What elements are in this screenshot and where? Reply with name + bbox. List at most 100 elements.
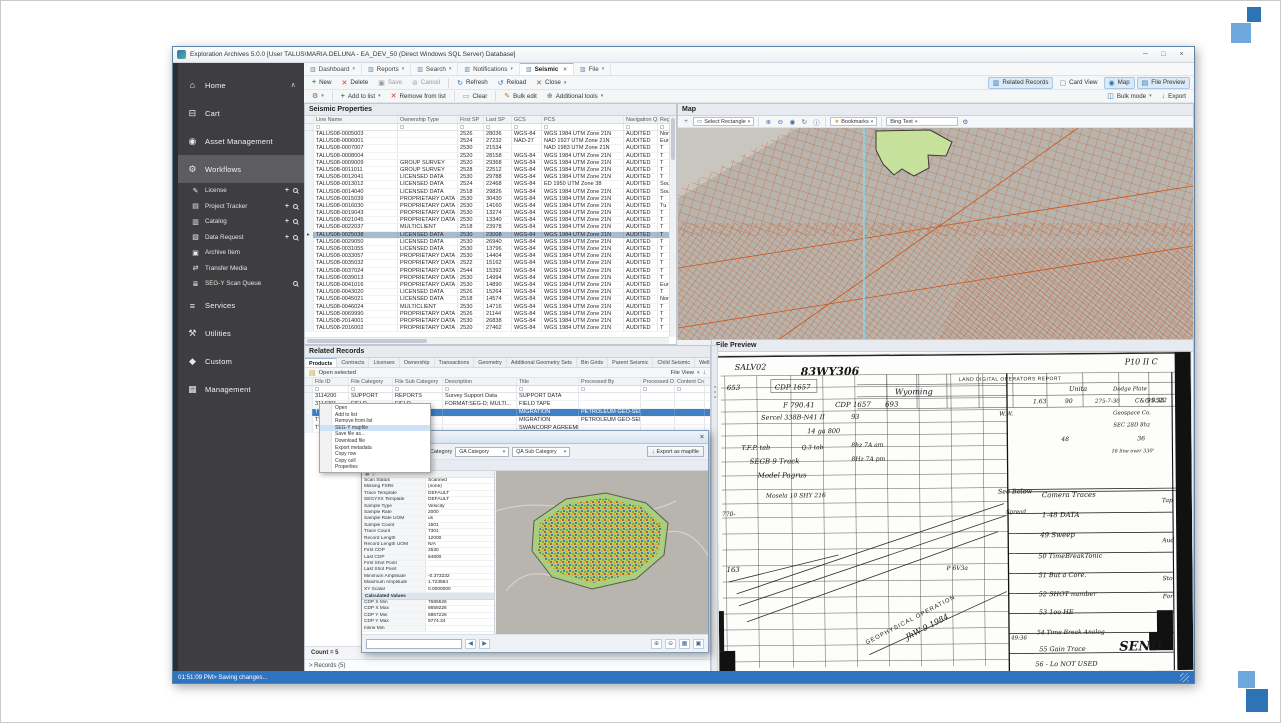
column-header-processed-by[interactable]: Processed By xyxy=(579,378,641,385)
resize-grip[interactable] xyxy=(1180,673,1189,682)
tab-geometry[interactable]: Geometry xyxy=(474,358,507,367)
filter-cell[interactable] xyxy=(542,124,624,130)
bookmarks-dropdown[interactable]: ★Bookmarks▾ xyxy=(830,117,877,126)
table-row[interactable]: TALUS08-2016002PROPRIETARY DATA252027462… xyxy=(305,325,669,332)
search-icon[interactable] xyxy=(293,281,298,286)
export-as-mapfile-button[interactable]: ↓Export as mapfile xyxy=(647,446,705,457)
refresh-button[interactable]: ↻Refresh xyxy=(453,78,492,88)
scanned-document[interactable]: SALV02 83WY306 P10 II C 653 CDP 1657 LAN… xyxy=(717,352,1194,674)
pan-icon[interactable]: + xyxy=(681,117,691,126)
menu-item-properties[interactable]: Properties xyxy=(320,464,430,471)
add-icon[interactable]: + xyxy=(285,218,289,225)
vertical-scrollbar[interactable] xyxy=(669,116,676,337)
panel-splitter[interactable] xyxy=(711,345,718,673)
column-header-file-id[interactable]: File ID xyxy=(313,378,349,385)
table-row[interactable]: TALUS08-0021045PROPRIETARY DATA253013340… xyxy=(305,217,669,224)
property-group-header[interactable]: Calculated Values xyxy=(362,593,494,600)
table-row[interactable]: TALUS08-0045021LICENSED DATA251814574WGS… xyxy=(305,296,669,303)
table-row[interactable]: TALUS08-0041016PROPRIETARY DATA253014890… xyxy=(305,282,669,289)
column-header-first-sp[interactable]: First SP xyxy=(458,116,484,123)
close-view-button[interactable]: ✕Close▾ xyxy=(532,78,570,88)
scroll-thumb[interactable] xyxy=(307,339,427,343)
category-dropdown[interactable]: GA Category▾ xyxy=(455,447,509,457)
tab-transactions[interactable]: Transactions xyxy=(435,358,475,367)
table-row[interactable]: TALUS08-0007007253021534NAD 1983 UTM Zon… xyxy=(305,145,669,152)
sidebar-item-seg-y-scan-queue[interactable]: ≣SEG-Y Scan Queue xyxy=(173,276,304,292)
table-row[interactable]: 3114200SUPPORTREPORTSSurvey Support Data… xyxy=(305,393,710,401)
column-header-description[interactable]: Description xyxy=(443,378,517,385)
scroll-thumb[interactable] xyxy=(671,118,675,160)
filter-cell[interactable] xyxy=(641,386,675,392)
column-header-line-name[interactable]: Line Name xyxy=(314,116,398,123)
table-row[interactable]: TALUS08-0016030PROPRIETARY DATA253014160… xyxy=(305,203,669,210)
sidebar-item-workflows[interactable]: ⚙Workflows xyxy=(173,155,304,183)
menu-item-seg-y-mapfile[interactable]: SEG-Y mapfile xyxy=(320,425,430,432)
delete-button[interactable]: ✕Delete xyxy=(337,78,372,88)
property-row[interactable]: Inline Min xyxy=(362,626,494,632)
horizontal-scrollbar[interactable] xyxy=(305,337,669,344)
export-icon[interactable]: ↓ xyxy=(703,369,707,376)
column-header-file-category[interactable]: File Category xyxy=(349,378,393,385)
clear-button[interactable]: ▭Clear xyxy=(459,91,491,101)
menu-item-export-metadata[interactable]: Export metadata xyxy=(320,445,430,452)
tab-bin-grids[interactable]: Bin Grids xyxy=(577,358,608,367)
add-to-list-button[interactable]: +Add to list▾ xyxy=(337,92,385,101)
menu-item-open[interactable]: Open xyxy=(320,405,430,412)
column-header-navigation-qu[interactable]: Navigation Qu... xyxy=(624,116,658,123)
info-icon[interactable]: ⓘ xyxy=(811,117,821,126)
open-selected-button[interactable]: Open selected xyxy=(319,370,356,376)
sidebar-item-management[interactable]: ▦Management xyxy=(173,376,304,404)
table-row[interactable]: TALUS08-0014040LICENSED DATA251829826WGS… xyxy=(305,189,669,196)
sidebar-item-custom[interactable]: ◆Custom xyxy=(173,348,304,376)
zoom-out-icon[interactable]: ⊖ xyxy=(775,117,785,126)
filter-cell[interactable] xyxy=(512,124,542,130)
column-header-gcs[interactable]: GCS xyxy=(512,116,542,123)
tab-products[interactable]: Products xyxy=(305,358,337,367)
zoom-out-icon[interactable]: ⊖ xyxy=(665,639,676,649)
table-row[interactable]: TALUS08-0031055LICENSED DATA253013796WGS… xyxy=(305,246,669,253)
sidebar-item-data-request[interactable]: ▧Data Request+ xyxy=(173,230,304,246)
table-row[interactable]: TALUS08-0013012LICENSED DATA252422468WGS… xyxy=(305,181,669,188)
tab-parent-seismic[interactable]: Parent Seismic xyxy=(608,358,653,367)
map-toggle[interactable]: ◉Map xyxy=(1104,77,1135,89)
sidebar-item-transfer-media[interactable]: ⇄Transfer Media xyxy=(173,261,304,277)
tab-seismic[interactable]: ▥Seismic× xyxy=(520,63,574,75)
export-button[interactable]: ↓Export xyxy=(1158,92,1190,101)
table-row[interactable]: TALUS08-0029050LICENSED DATA253026940WGS… xyxy=(305,239,669,246)
zoom-in-icon[interactable]: ⊕ xyxy=(651,639,662,649)
close-tab-icon[interactable]: × xyxy=(563,67,567,73)
tab-child-seismic[interactable]: Child Seismic xyxy=(653,358,695,367)
full-extent-icon[interactable]: ◉ xyxy=(787,117,797,126)
subcategory-dropdown[interactable]: QA Sub Category▾ xyxy=(512,447,570,457)
basemap-dropdown[interactable]: Bing Test▾ xyxy=(886,117,958,126)
menu-item-add-to-list[interactable]: Add to list xyxy=(320,412,430,419)
sidebar-item-archive-item[interactable]: ▣Archive Item xyxy=(173,245,304,261)
menu-item-copy-row[interactable]: Copy row xyxy=(320,451,430,458)
table-row[interactable]: TALUS08-0046024MULTICLIENT253014716WGS-8… xyxy=(305,304,669,311)
select-rectangle-dropdown[interactable]: ▭Select Rectangle▾ xyxy=(693,117,754,126)
file-preview-toggle[interactable]: ▤File Preview xyxy=(1137,77,1190,89)
tab-additional-geometry-sets[interactable]: Additional Geometry Sets xyxy=(507,358,577,367)
zoom-in-icon[interactable]: ⊕ xyxy=(763,117,773,126)
search-icon[interactable] xyxy=(293,204,298,209)
table-row[interactable]: TALUS08-2014001PROPRIETARY DATA253026838… xyxy=(305,318,669,325)
tab-ownership[interactable]: Ownership xyxy=(400,358,435,367)
column-header-content-creat[interactable]: Content Creat... xyxy=(675,378,705,385)
tab-contracts[interactable]: Contracts xyxy=(337,358,369,367)
related-records-toggle[interactable]: ▥Related Records xyxy=(988,77,1054,89)
sidebar-item-cart[interactable]: ⊟Cart xyxy=(173,99,304,127)
table-row[interactable]: TALUS08-0039013PROPRIETARY DATA253014994… xyxy=(305,275,669,282)
filter-cell[interactable] xyxy=(624,124,658,130)
table-row[interactable]: TALUS08-0043020LICENSED DATA252615264WGS… xyxy=(305,289,669,296)
table-row[interactable]: TALUS08-0022037MULTICLIENT251823978WGS-8… xyxy=(305,224,669,231)
table-row[interactable]: TALUS08-0011011GROUP SURVEY252822512WGS-… xyxy=(305,167,669,174)
step-forward-icon[interactable]: ▶ xyxy=(479,639,490,649)
table-row[interactable]: TALUS08-0019043PROPRIETARY DATA253013274… xyxy=(305,210,669,217)
table-row[interactable]: TALUS08-0035032PROPRIETARY DATA252215162… xyxy=(305,260,669,267)
menu-item-copy-cell[interactable]: Copy cell xyxy=(320,458,430,465)
save-icon[interactable]: ▣ xyxy=(693,639,704,649)
menu-item-remove-from-list[interactable]: Remove from list xyxy=(320,418,430,425)
column-header-processed-da[interactable]: Processed Da... xyxy=(641,378,675,385)
trace-value-input[interactable] xyxy=(366,639,462,649)
filter-cell[interactable] xyxy=(517,386,579,392)
